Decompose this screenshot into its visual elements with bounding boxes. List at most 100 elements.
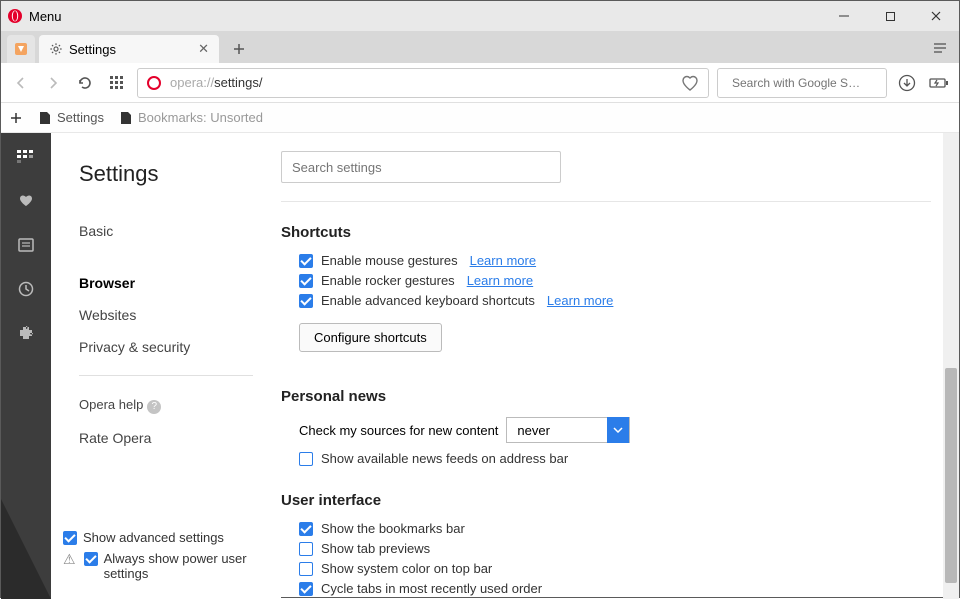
bookmark-item-settings[interactable]: Settings (39, 110, 104, 125)
main-area: Settings Basic Browser Websites Privacy … (1, 133, 959, 599)
nav-websites[interactable]: Websites (79, 299, 281, 331)
address-bar: opera://settings/ (1, 63, 959, 103)
opt-label: Cycle tabs in most recently used order (321, 581, 542, 596)
new-tab-button[interactable] (225, 35, 253, 63)
pinned-tab-icon (13, 41, 29, 57)
rail-speed-dial-icon[interactable] (16, 147, 36, 167)
minimize-button[interactable] (821, 1, 867, 31)
chevron-down-icon[interactable] (607, 417, 629, 443)
checkbox-icon[interactable] (63, 531, 77, 545)
nav-help[interactable]: Opera help? (79, 388, 281, 422)
opt-label: Show the bookmarks bar (321, 521, 465, 536)
search-box[interactable] (717, 68, 887, 98)
opt-keyboard-shortcuts[interactable]: Enable advanced keyboard shortcuts Learn… (299, 293, 931, 308)
section-shortcuts-title: Shortcuts (281, 224, 931, 241)
gear-icon (49, 42, 63, 56)
opt-label: Show available news feeds on address bar (321, 451, 568, 466)
tab-strip: Settings ✕ (1, 31, 959, 63)
speed-dial-button[interactable] (105, 71, 129, 95)
nav-privacy[interactable]: Privacy & security (79, 331, 281, 363)
settings-content: Shortcuts Enable mouse gestures Learn mo… (281, 133, 959, 599)
opt-label: Enable advanced keyboard shortcuts (321, 293, 535, 308)
checkbox-icon[interactable] (84, 552, 98, 566)
opera-o-icon (146, 75, 162, 91)
pinned-tab[interactable] (7, 35, 35, 63)
checkbox-icon[interactable] (299, 294, 313, 308)
rail-bookmarks-icon[interactable] (16, 191, 36, 211)
reload-button[interactable] (73, 71, 97, 95)
opt-bookmarks-bar[interactable]: Show the bookmarks bar (299, 521, 931, 536)
heart-icon[interactable] (680, 73, 700, 93)
settings-title: Settings (79, 161, 281, 187)
checkbox-icon[interactable] (299, 274, 313, 288)
opt-news-feeds[interactable]: Show available news feeds on address bar (299, 451, 931, 466)
bookmarks-bar: Settings Bookmarks: Unsorted (1, 103, 959, 133)
search-input[interactable] (732, 76, 887, 90)
power-user-toggle[interactable]: ⚠ Always show power user settings (63, 551, 269, 581)
url-path: settings/ (214, 75, 262, 90)
titlebar-menu-label[interactable]: Menu (29, 9, 821, 24)
settings-nav: Settings Basic Browser Websites Privacy … (51, 133, 281, 599)
bookmark-label: Bookmarks: Unsorted (138, 110, 263, 125)
checkbox-icon[interactable] (299, 522, 313, 536)
opt-mouse-gestures[interactable]: Enable mouse gestures Learn more (299, 253, 931, 268)
configure-shortcuts-button[interactable]: Configure shortcuts (299, 323, 442, 352)
learn-more-link[interactable]: Learn more (470, 253, 536, 268)
select-value: never (507, 423, 607, 438)
help-icon: ? (147, 400, 161, 414)
section-ui-title: User interface (281, 492, 931, 509)
nav-browser[interactable]: Browser (79, 267, 281, 299)
checkbox-icon[interactable] (299, 254, 313, 268)
check-sources-row: Check my sources for new content never (299, 417, 931, 443)
opt-label: Enable rocker gestures (321, 273, 455, 288)
checkbox-icon[interactable] (299, 542, 313, 556)
maximize-button[interactable] (867, 1, 913, 31)
show-advanced-toggle[interactable]: Show advanced settings (63, 530, 269, 545)
battery-icon[interactable] (927, 71, 951, 95)
page-icon (39, 111, 51, 125)
check-sources-label: Check my sources for new content (299, 423, 498, 438)
search-settings-input[interactable] (281, 151, 561, 183)
url-scheme: opera:// (170, 75, 214, 90)
scrollbar-thumb[interactable] (945, 368, 957, 583)
back-button[interactable] (9, 71, 33, 95)
show-advanced-label: Show advanced settings (83, 530, 224, 545)
tab-close-icon[interactable]: ✕ (198, 41, 209, 57)
tab-menu-button[interactable] (925, 33, 955, 63)
opt-cycle-tabs[interactable]: Cycle tabs in most recently used order (299, 581, 931, 596)
rail-history-icon[interactable] (16, 279, 36, 299)
opt-label: Show system color on top bar (321, 561, 492, 576)
power-user-label: Always show power user settings (104, 551, 269, 581)
tab-label: Settings (69, 42, 116, 57)
rail-news-icon[interactable] (16, 235, 36, 255)
learn-more-link[interactable]: Learn more (467, 273, 533, 288)
page-icon (120, 111, 132, 125)
nav-basic[interactable]: Basic (79, 215, 281, 247)
opt-system-color[interactable]: Show system color on top bar (299, 561, 931, 576)
opt-rocker-gestures[interactable]: Enable rocker gestures Learn more (299, 273, 931, 288)
downloads-button[interactable] (895, 71, 919, 95)
check-sources-select[interactable]: never (506, 417, 630, 443)
add-bookmark-button[interactable] (9, 111, 23, 125)
opt-label: Show tab previews (321, 541, 430, 556)
bookmark-item-unsorted[interactable]: Bookmarks: Unsorted (120, 110, 263, 125)
forward-button[interactable] (41, 71, 65, 95)
close-button[interactable] (913, 1, 959, 31)
checkbox-icon[interactable] (299, 562, 313, 576)
url-box[interactable]: opera://settings/ (137, 68, 709, 98)
tab-settings[interactable]: Settings ✕ (39, 35, 219, 63)
side-rail (1, 133, 51, 599)
checkbox-icon[interactable] (299, 452, 313, 466)
section-news-title: Personal news (281, 388, 931, 405)
rail-extensions-icon[interactable] (16, 323, 36, 343)
nav-rate[interactable]: Rate Opera (79, 422, 281, 454)
learn-more-link[interactable]: Learn more (547, 293, 613, 308)
scrollbar-track[interactable] (943, 133, 959, 599)
opt-label: Enable mouse gestures (321, 253, 458, 268)
window-titlebar: Menu (1, 1, 959, 31)
opera-logo-icon (7, 8, 23, 24)
bookmark-label: Settings (57, 110, 104, 125)
checkbox-icon[interactable] (299, 582, 313, 596)
opt-tab-previews[interactable]: Show tab previews (299, 541, 931, 556)
rail-decoration (1, 499, 51, 599)
